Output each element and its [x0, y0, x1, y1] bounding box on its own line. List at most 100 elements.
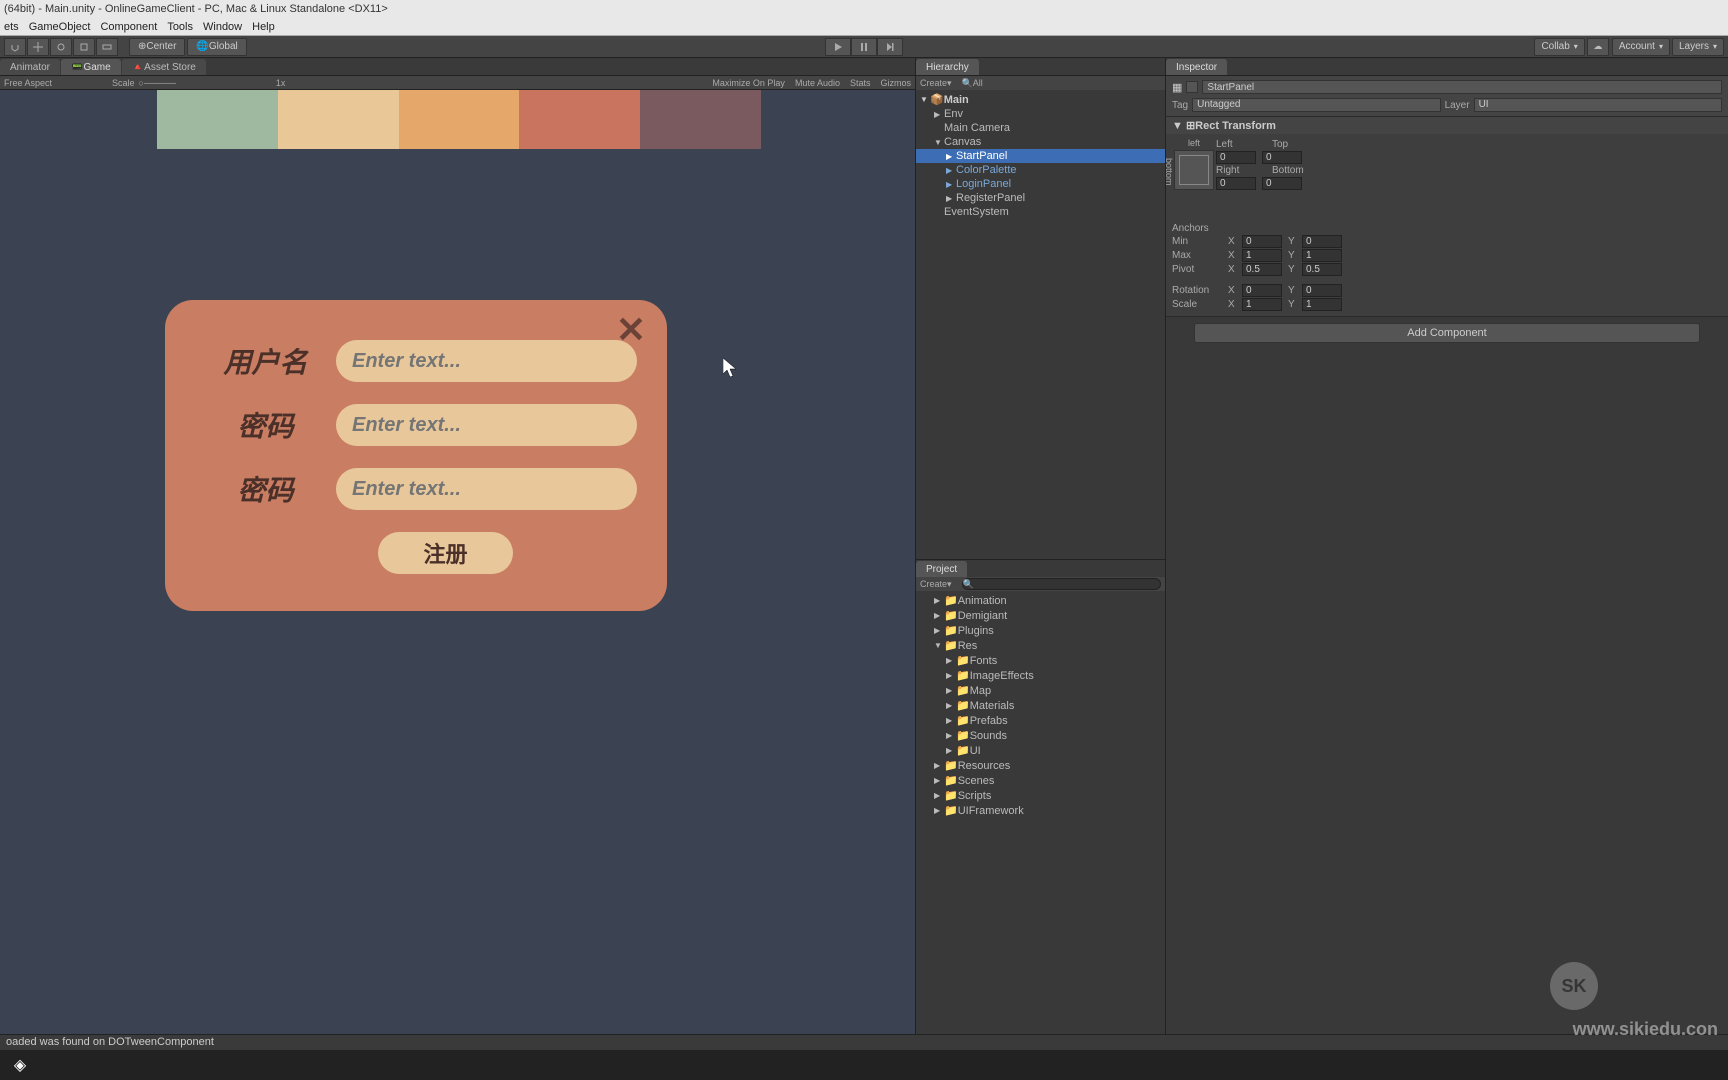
layer-label: Layer	[1445, 100, 1470, 111]
folder-uiframework[interactable]: ▶📁 UIFramework	[916, 803, 1165, 818]
pivot-x[interactable]	[1242, 263, 1282, 276]
password2-input[interactable]	[336, 468, 637, 510]
mute-toggle[interactable]: Mute Audio	[795, 78, 840, 88]
move-tool[interactable]	[27, 38, 49, 56]
scale-y[interactable]	[1302, 298, 1342, 311]
layers-dropdown[interactable]: Layers	[1672, 38, 1724, 56]
hierarchy-env[interactable]: ▶Env	[916, 107, 1165, 121]
hierarchy-loginpanel[interactable]: ▶LoginPanel	[916, 177, 1165, 191]
max-y[interactable]	[1302, 249, 1342, 262]
left-field[interactable]	[1216, 151, 1256, 164]
unity-icon[interactable]: ◈	[6, 1053, 34, 1077]
folder-sounds[interactable]: ▶📁 Sounds	[916, 728, 1165, 743]
tab-inspector[interactable]: Inspector	[1166, 59, 1227, 75]
right-field[interactable]	[1216, 177, 1256, 190]
anchor-preset[interactable]	[1174, 150, 1214, 190]
hierarchy-search-all[interactable]: All	[973, 78, 983, 88]
project-search[interactable]: 🔍	[962, 578, 1161, 590]
add-component-button[interactable]: Add Component	[1194, 323, 1700, 343]
main-layout: Animator 📟 Game 🔺 Asset Store Free Aspec…	[0, 58, 1728, 1060]
hand-tool[interactable]	[4, 38, 26, 56]
min-y[interactable]	[1302, 235, 1342, 248]
folder-scripts[interactable]: ▶📁 Scripts	[916, 788, 1165, 803]
rot-y[interactable]	[1302, 284, 1342, 297]
folder-demigiant[interactable]: ▶📁 Demigiant	[916, 608, 1165, 623]
rect-tool[interactable]	[96, 38, 118, 56]
tab-assetstore[interactable]: 🔺 Asset Store	[122, 59, 206, 75]
stats-toggle[interactable]: Stats	[850, 78, 871, 88]
toolbar: ⊕ Center 🌐 Global Collab ☁ Account Layer…	[0, 36, 1728, 58]
project-create[interactable]: Create	[920, 579, 947, 589]
scene-main[interactable]: ▼📦 Main	[916, 92, 1165, 107]
menu-assets[interactable]: ets	[4, 21, 19, 33]
tag-dropdown[interactable]: Untagged	[1192, 98, 1440, 112]
menu-window[interactable]: Window	[203, 21, 242, 33]
rotate-tool[interactable]	[50, 38, 72, 56]
aspect-dropdown[interactable]: Free Aspect	[4, 78, 52, 88]
account-dropdown[interactable]: Account	[1612, 38, 1670, 56]
active-checkbox[interactable]	[1186, 81, 1198, 93]
password-input[interactable]	[336, 404, 637, 446]
gameobject-name-field[interactable]	[1202, 80, 1722, 94]
hierarchy-create[interactable]: Create	[920, 78, 947, 88]
hierarchy-startpanel[interactable]: ▶StartPanel	[916, 149, 1165, 163]
anchors-label[interactable]: Anchors	[1172, 223, 1209, 234]
username-row: 用户名	[195, 340, 637, 382]
game-panel-tabs: Animator 📟 Game 🔺 Asset Store	[0, 58, 915, 76]
play-button[interactable]	[825, 38, 851, 56]
collab-dropdown[interactable]: Collab	[1534, 38, 1584, 56]
folder-animation[interactable]: ▶📁 Animation	[916, 593, 1165, 608]
menu-component[interactable]: Component	[100, 21, 157, 33]
game-view[interactable]: ✕ 用户名 密码 密码 注册	[0, 90, 915, 1060]
register-button[interactable]: 注册	[378, 532, 513, 574]
layer-dropdown[interactable]: UI	[1474, 98, 1722, 112]
scale-x[interactable]	[1242, 298, 1282, 311]
hierarchy-maincamera[interactable]: Main Camera	[916, 121, 1165, 135]
gizmos-toggle[interactable]: Gizmos	[880, 78, 911, 88]
menu-gameobject[interactable]: GameObject	[29, 21, 91, 33]
hierarchy-colorpalette[interactable]: ▶ColorPalette	[916, 163, 1165, 177]
username-label: 用户名	[195, 341, 336, 381]
folder-scenes[interactable]: ▶📁 Scenes	[916, 773, 1165, 788]
pause-button[interactable]	[851, 38, 877, 56]
folder-prefabs[interactable]: ▶📁 Prefabs	[916, 713, 1165, 728]
menu-tools[interactable]: Tools	[167, 21, 193, 33]
hierarchy-eventsystem[interactable]: EventSystem	[916, 205, 1165, 219]
folder-ui[interactable]: ▶📁 UI	[916, 743, 1165, 758]
pivot-y[interactable]	[1302, 263, 1342, 276]
play-controls	[825, 38, 903, 56]
tab-animator[interactable]: Animator	[0, 59, 60, 75]
console-bar[interactable]: oaded was found on DOTweenComponent	[0, 1034, 1728, 1050]
folder-plugins[interactable]: ▶📁 Plugins	[916, 623, 1165, 638]
menu-help[interactable]: Help	[252, 21, 275, 33]
max-x[interactable]	[1242, 249, 1282, 262]
rot-x[interactable]	[1242, 284, 1282, 297]
folder-res[interactable]: ▼📁 Res	[916, 638, 1165, 653]
folder-resources[interactable]: ▶📁 Resources	[916, 758, 1165, 773]
folder-materials[interactable]: ▶📁 Materials	[916, 698, 1165, 713]
password-label: 密码	[195, 405, 336, 445]
tab-project[interactable]: Project	[916, 561, 967, 577]
username-input[interactable]	[336, 340, 637, 382]
hierarchy-registerpanel[interactable]: ▶RegisterPanel	[916, 191, 1165, 205]
top-field[interactable]	[1262, 151, 1302, 164]
close-icon[interactable]: ✕	[613, 312, 649, 348]
pivot-center[interactable]: ⊕ Center	[129, 38, 185, 56]
maximize-toggle[interactable]: Maximize On Play	[712, 78, 785, 88]
folder-fonts[interactable]: ▶📁 Fonts	[916, 653, 1165, 668]
step-button[interactable]	[877, 38, 903, 56]
rect-transform-header[interactable]: ▼ ⊞ Rect Transform	[1166, 117, 1728, 134]
bottom-field[interactable]	[1262, 177, 1302, 190]
password2-label: 密码	[195, 469, 336, 509]
folder-imageeffects[interactable]: ▶📁 ImageEffects	[916, 668, 1165, 683]
hierarchy-header: Hierarchy	[916, 58, 1165, 76]
tab-hierarchy[interactable]: Hierarchy	[916, 59, 979, 75]
cloud-icon[interactable]: ☁	[1587, 38, 1609, 56]
pos-top-label: Top	[1272, 139, 1322, 150]
folder-map[interactable]: ▶📁 Map	[916, 683, 1165, 698]
min-x[interactable]	[1242, 235, 1282, 248]
space-global[interactable]: 🌐 Global	[187, 38, 246, 56]
hierarchy-canvas[interactable]: ▼Canvas	[916, 135, 1165, 149]
scale-tool[interactable]	[73, 38, 95, 56]
tab-game[interactable]: 📟 Game	[61, 59, 121, 75]
